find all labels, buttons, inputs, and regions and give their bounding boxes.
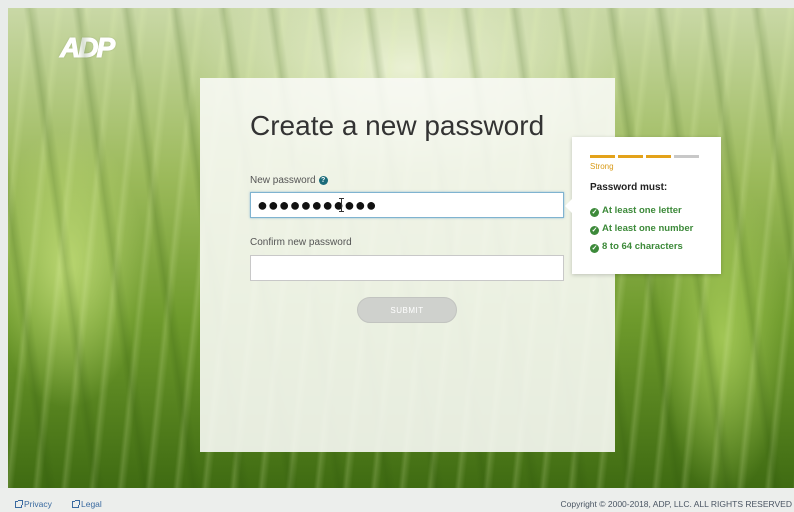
rule-item: ✓ At least one number (590, 223, 693, 241)
rule-text: At least one letter (602, 205, 682, 216)
external-link-icon (15, 500, 23, 508)
rules-heading: Password must: (590, 182, 668, 193)
password-card: Create a new password New password? Conf… (200, 78, 615, 452)
strength-meter (590, 155, 699, 158)
external-link-icon (72, 500, 80, 508)
help-icon[interactable]: ? (318, 175, 328, 185)
page-title: Create a new password (250, 110, 545, 141)
rule-text: At least one number (602, 223, 694, 234)
strength-bar (646, 155, 671, 158)
new-password-label-row: New password? (250, 175, 328, 186)
rule-text: 8 to 64 characters (602, 241, 683, 252)
text-cursor-icon (339, 198, 345, 212)
new-password-label: New password (250, 175, 316, 186)
confirm-password-input[interactable] (250, 255, 564, 281)
strength-bar (618, 155, 643, 158)
submit-button[interactable]: SUBMIT (357, 297, 457, 323)
strength-bar (590, 155, 615, 158)
rule-item: ✓ At least one letter (590, 205, 693, 223)
footer: Privacy Legal Copyright © 2000-2018, ADP… (0, 488, 794, 512)
check-icon: ✓ (590, 226, 599, 235)
check-icon: ✓ (590, 244, 599, 253)
password-rules-popover: Strong Password must: ✓ At least one lett… (565, 137, 721, 274)
check-icon: ✓ (590, 208, 599, 217)
confirm-password-label: Confirm new password (250, 237, 352, 248)
copyright: Copyright © 2000-2018, ADP, LLC. ALL RIG… (560, 499, 792, 509)
rules-list: ✓ At least one letter ✓ At least one numbe… (590, 205, 693, 259)
privacy-link[interactable]: Privacy (15, 499, 52, 509)
legal-link[interactable]: Legal (72, 499, 102, 509)
legal-link-text: Legal (81, 499, 102, 509)
adp-logo: ADP (60, 32, 116, 63)
strength-bar (674, 155, 699, 158)
rule-item: ✓ 8 to 64 characters (590, 241, 693, 259)
strength-text: Strong (590, 162, 614, 171)
privacy-link-text: Privacy (24, 499, 52, 509)
new-password-input[interactable] (250, 192, 564, 218)
